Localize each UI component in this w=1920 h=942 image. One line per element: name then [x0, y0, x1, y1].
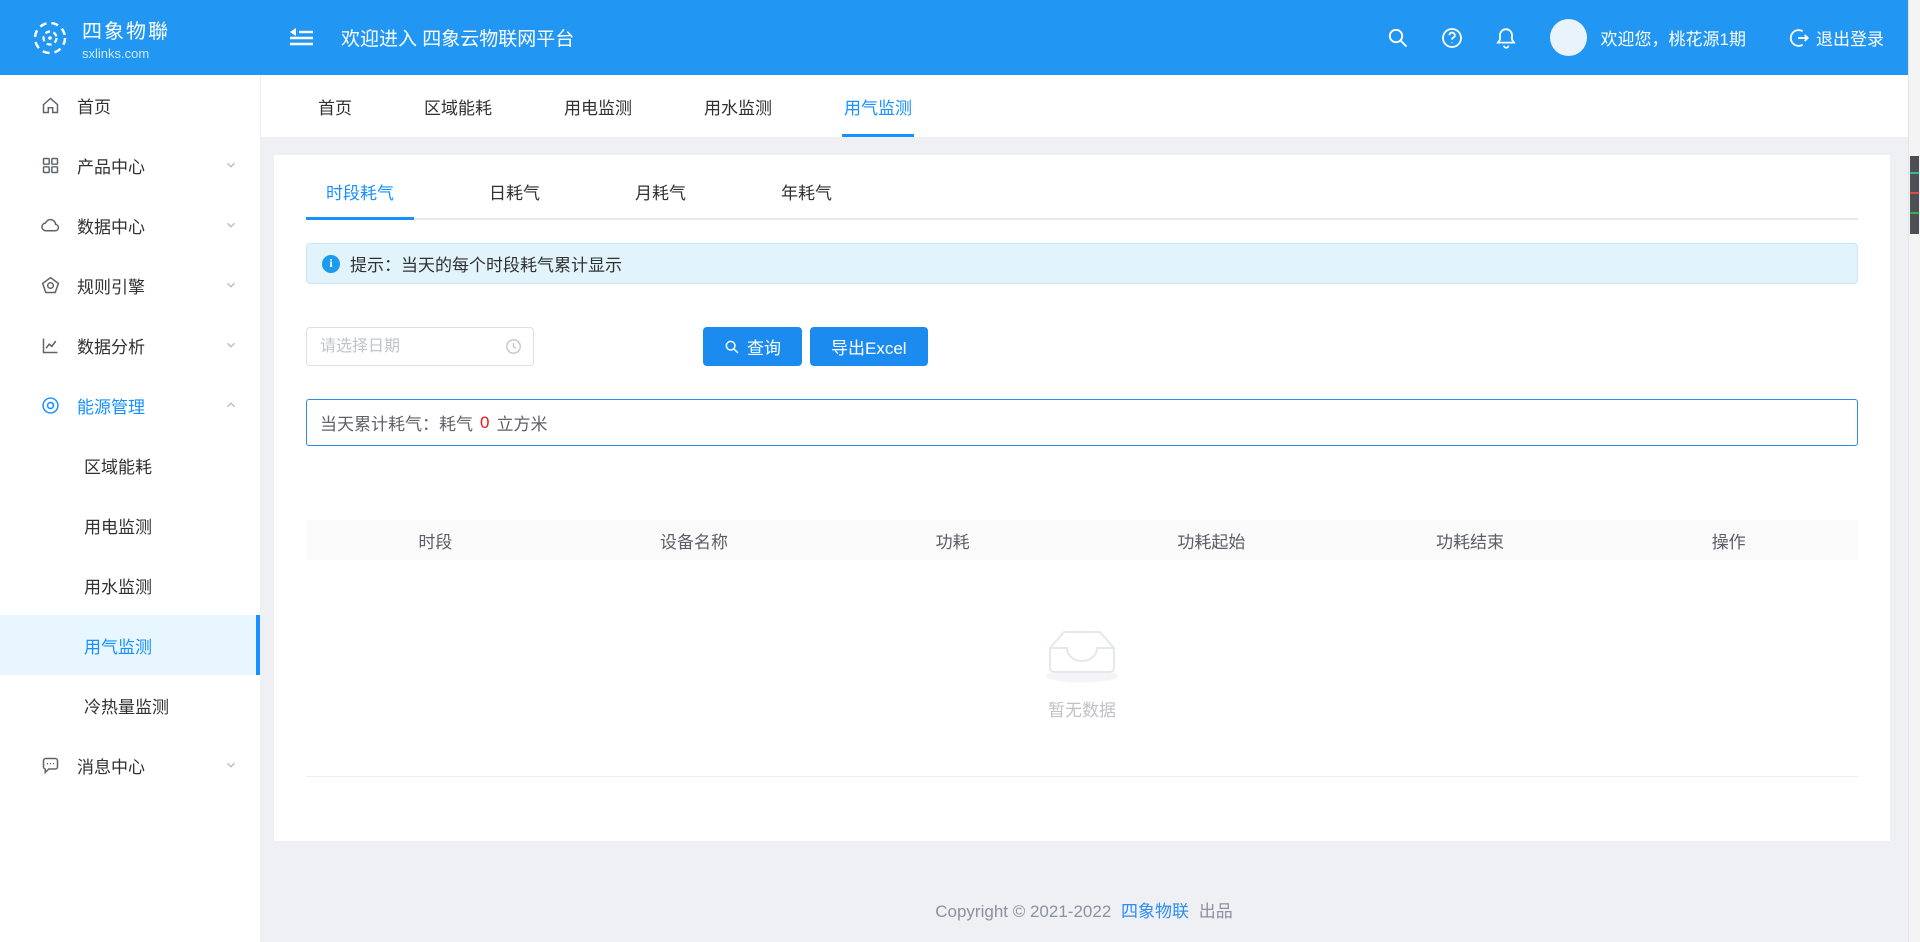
chevron-down-icon	[224, 338, 238, 352]
sidebar-collapse-button[interactable]	[288, 26, 315, 50]
top-nav-tabs: 首页 区域能耗 用电监测 用水监测 用气监测	[260, 75, 1908, 137]
sidebar-subitem-water-monitor[interactable]: 用水监测	[0, 555, 260, 615]
export-button-label: 导出Excel	[831, 334, 907, 359]
sidebar-item-label: 首页	[77, 93, 111, 118]
sidebar-subitem-thermal-monitor[interactable]: 冷热量监测	[0, 675, 260, 735]
tab-water-monitor[interactable]: 用水监测	[668, 75, 808, 137]
column-header-start: 功耗起始	[1082, 528, 1341, 553]
sidebar-item-label: 数据分析	[77, 333, 145, 358]
consumption-table: 时段 设备名称 功耗 功耗起始 功耗结束 操作 暂无数据	[306, 520, 1858, 777]
search-icon	[1386, 26, 1410, 50]
column-header-actions: 操作	[1599, 528, 1858, 553]
avatar[interactable]	[1550, 19, 1587, 56]
copyright-suffix: 出品	[1199, 902, 1233, 921]
user-greeting: 欢迎您，桃花源1期	[1601, 25, 1746, 50]
sidebar-item-message-center[interactable]: 消息中心	[0, 735, 260, 795]
line-chart-icon	[40, 335, 61, 356]
page-footer: Copyright © 2021-2022 四象物联 出品	[260, 897, 1908, 922]
tab-period-gas[interactable]: 时段耗气	[306, 179, 414, 218]
cloud-icon	[40, 215, 61, 236]
sidebar-subitem-gas-monitor[interactable]: 用气监测	[0, 615, 260, 675]
home-icon	[40, 95, 61, 116]
tab-region-energy[interactable]: 区域能耗	[388, 75, 528, 137]
column-header-consumption: 功耗	[823, 528, 1082, 553]
bell-icon	[1494, 26, 1518, 50]
summary-value: 0	[480, 413, 489, 433]
query-button-label: 查询	[747, 334, 781, 359]
column-header-period: 时段	[306, 528, 565, 553]
help-button[interactable]	[1440, 26, 1464, 50]
app-header: 四象物聯 sxlinks.com 欢迎进入 四象云物联网平台	[0, 0, 1920, 75]
tab-daily-gas[interactable]: 日耗气	[469, 179, 560, 218]
chevron-down-icon	[224, 278, 238, 292]
chevron-down-icon	[224, 758, 238, 772]
sidebar-item-label: 消息中心	[77, 753, 145, 778]
grid-icon	[40, 155, 61, 176]
info-icon: i	[322, 255, 340, 273]
brand-title: 四象物聯	[82, 15, 170, 44]
table-empty-state: 暂无数据	[306, 560, 1858, 776]
daily-total-summary: 当天累计耗气：耗气 0 立方米	[306, 399, 1858, 446]
gas-monitor-panel: 时段耗气 日耗气 月耗气 年耗气 i 提示：当天的每个时段耗气累计显示	[274, 155, 1890, 841]
chevron-up-icon	[224, 398, 238, 412]
consumption-period-tabs: 时段耗气 日耗气 月耗气 年耗气	[306, 155, 1858, 220]
page-scrollbar[interactable]	[1908, 0, 1920, 942]
column-header-device-name: 设备名称	[565, 528, 824, 553]
column-header-end: 功耗结束	[1341, 528, 1600, 553]
tab-electricity-monitor[interactable]: 用电监测	[528, 75, 668, 137]
main-content: 时段耗气 日耗气 月耗气 年耗气 i 提示：当天的每个时段耗气累计显示	[260, 137, 1908, 942]
logout-button[interactable]: 退出登录	[1788, 25, 1884, 50]
logout-label: 退出登录	[1816, 25, 1884, 50]
clock-icon	[504, 337, 523, 356]
table-header-row: 时段 设备名称 功耗 功耗起始 功耗结束 操作	[306, 520, 1858, 560]
sidebar-subitem-region-energy[interactable]: 区域能耗	[0, 435, 260, 495]
sidebar-item-data-center[interactable]: 数据中心	[0, 195, 260, 255]
tab-yearly-gas[interactable]: 年耗气	[761, 179, 852, 218]
notifications-button[interactable]	[1494, 26, 1518, 50]
header-actions: 欢迎您，桃花源1期 退出登录	[1356, 19, 1920, 56]
scrollbar-thumb[interactable]	[1910, 156, 1919, 234]
chevron-down-icon	[224, 218, 238, 232]
welcome-title: 欢迎进入 四象云物联网平台	[341, 24, 574, 51]
sidebar-item-label: 能源管理	[77, 393, 145, 418]
brand-logo[interactable]: 四象物聯 sxlinks.com	[0, 0, 260, 75]
query-button[interactable]: 查询	[703, 327, 802, 366]
date-picker-input[interactable]	[306, 327, 534, 366]
tab-gas-monitor[interactable]: 用气监测	[808, 75, 948, 137]
sidebar: 首页 产品中心 数据中心 规则引擎 数据分析	[0, 75, 260, 942]
search-icon	[724, 339, 740, 355]
info-alert: i 提示：当天的每个时段耗气累计显示	[306, 243, 1858, 284]
empty-state-text: 暂无数据	[1048, 696, 1116, 721]
info-alert-text: 提示：当天的每个时段耗气累计显示	[350, 251, 622, 276]
summary-unit: 立方米	[496, 410, 547, 435]
sidebar-item-products[interactable]: 产品中心	[0, 135, 260, 195]
chevron-down-icon	[224, 158, 238, 172]
summary-label: 当天累计耗气：耗气	[320, 410, 473, 435]
footer-brand-link[interactable]: 四象物联	[1121, 902, 1189, 921]
brand-subtitle: sxlinks.com	[82, 46, 170, 61]
chat-bubble-icon	[40, 755, 61, 776]
filter-bar: 查询 导出Excel	[306, 327, 1858, 366]
pentagon-seal-icon	[40, 275, 61, 296]
fold-menu-icon	[288, 26, 315, 50]
search-button[interactable]	[1386, 26, 1410, 50]
sidebar-item-label: 规则引擎	[77, 273, 145, 298]
target-circles-icon	[40, 395, 61, 416]
logout-icon	[1788, 27, 1810, 49]
sidebar-item-data-analysis[interactable]: 数据分析	[0, 315, 260, 375]
sidebar-item-energy-management[interactable]: 能源管理	[0, 375, 260, 435]
brand-logo-icon	[30, 18, 70, 58]
sidebar-item-label: 产品中心	[77, 153, 145, 178]
sidebar-subitem-electricity-monitor[interactable]: 用电监测	[0, 495, 260, 555]
empty-inbox-icon	[1036, 616, 1128, 684]
copyright-text: Copyright © 2021-2022	[935, 902, 1111, 921]
export-excel-button[interactable]: 导出Excel	[810, 327, 928, 366]
sidebar-item-rule-engine[interactable]: 规则引擎	[0, 255, 260, 315]
tab-home[interactable]: 首页	[282, 75, 388, 137]
sidebar-item-label: 数据中心	[77, 213, 145, 238]
help-icon	[1440, 26, 1464, 50]
sidebar-item-home[interactable]: 首页	[0, 75, 260, 135]
tab-monthly-gas[interactable]: 月耗气	[615, 179, 706, 218]
